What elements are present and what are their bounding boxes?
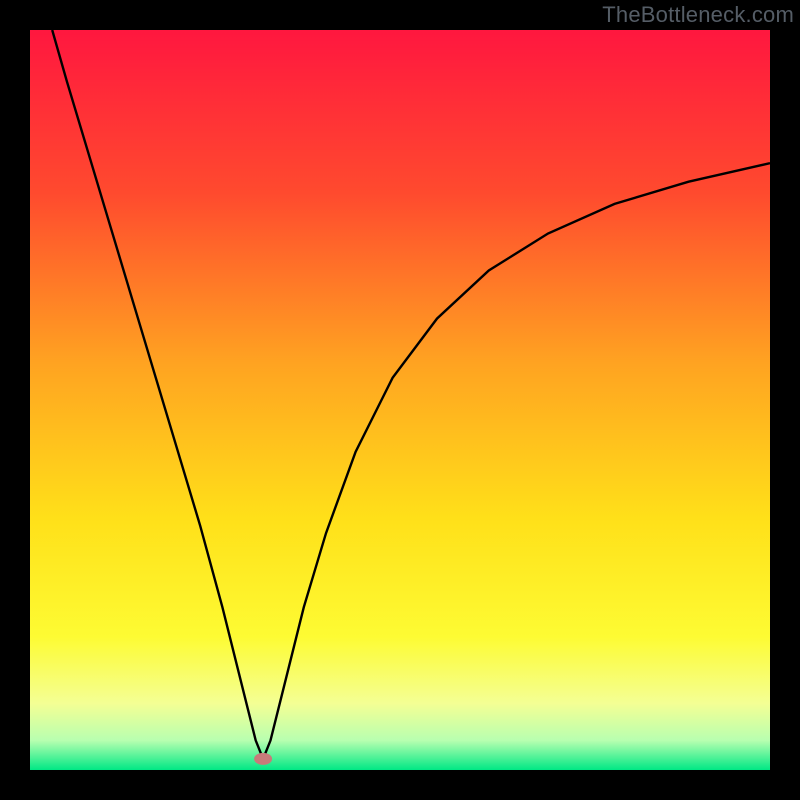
chart-frame: TheBottleneck.com bbox=[0, 0, 800, 800]
optimal-point-marker bbox=[254, 753, 272, 765]
gradient-background bbox=[30, 30, 770, 770]
watermark-text: TheBottleneck.com bbox=[602, 2, 794, 28]
plot-area bbox=[30, 30, 770, 770]
chart-svg bbox=[30, 30, 770, 770]
